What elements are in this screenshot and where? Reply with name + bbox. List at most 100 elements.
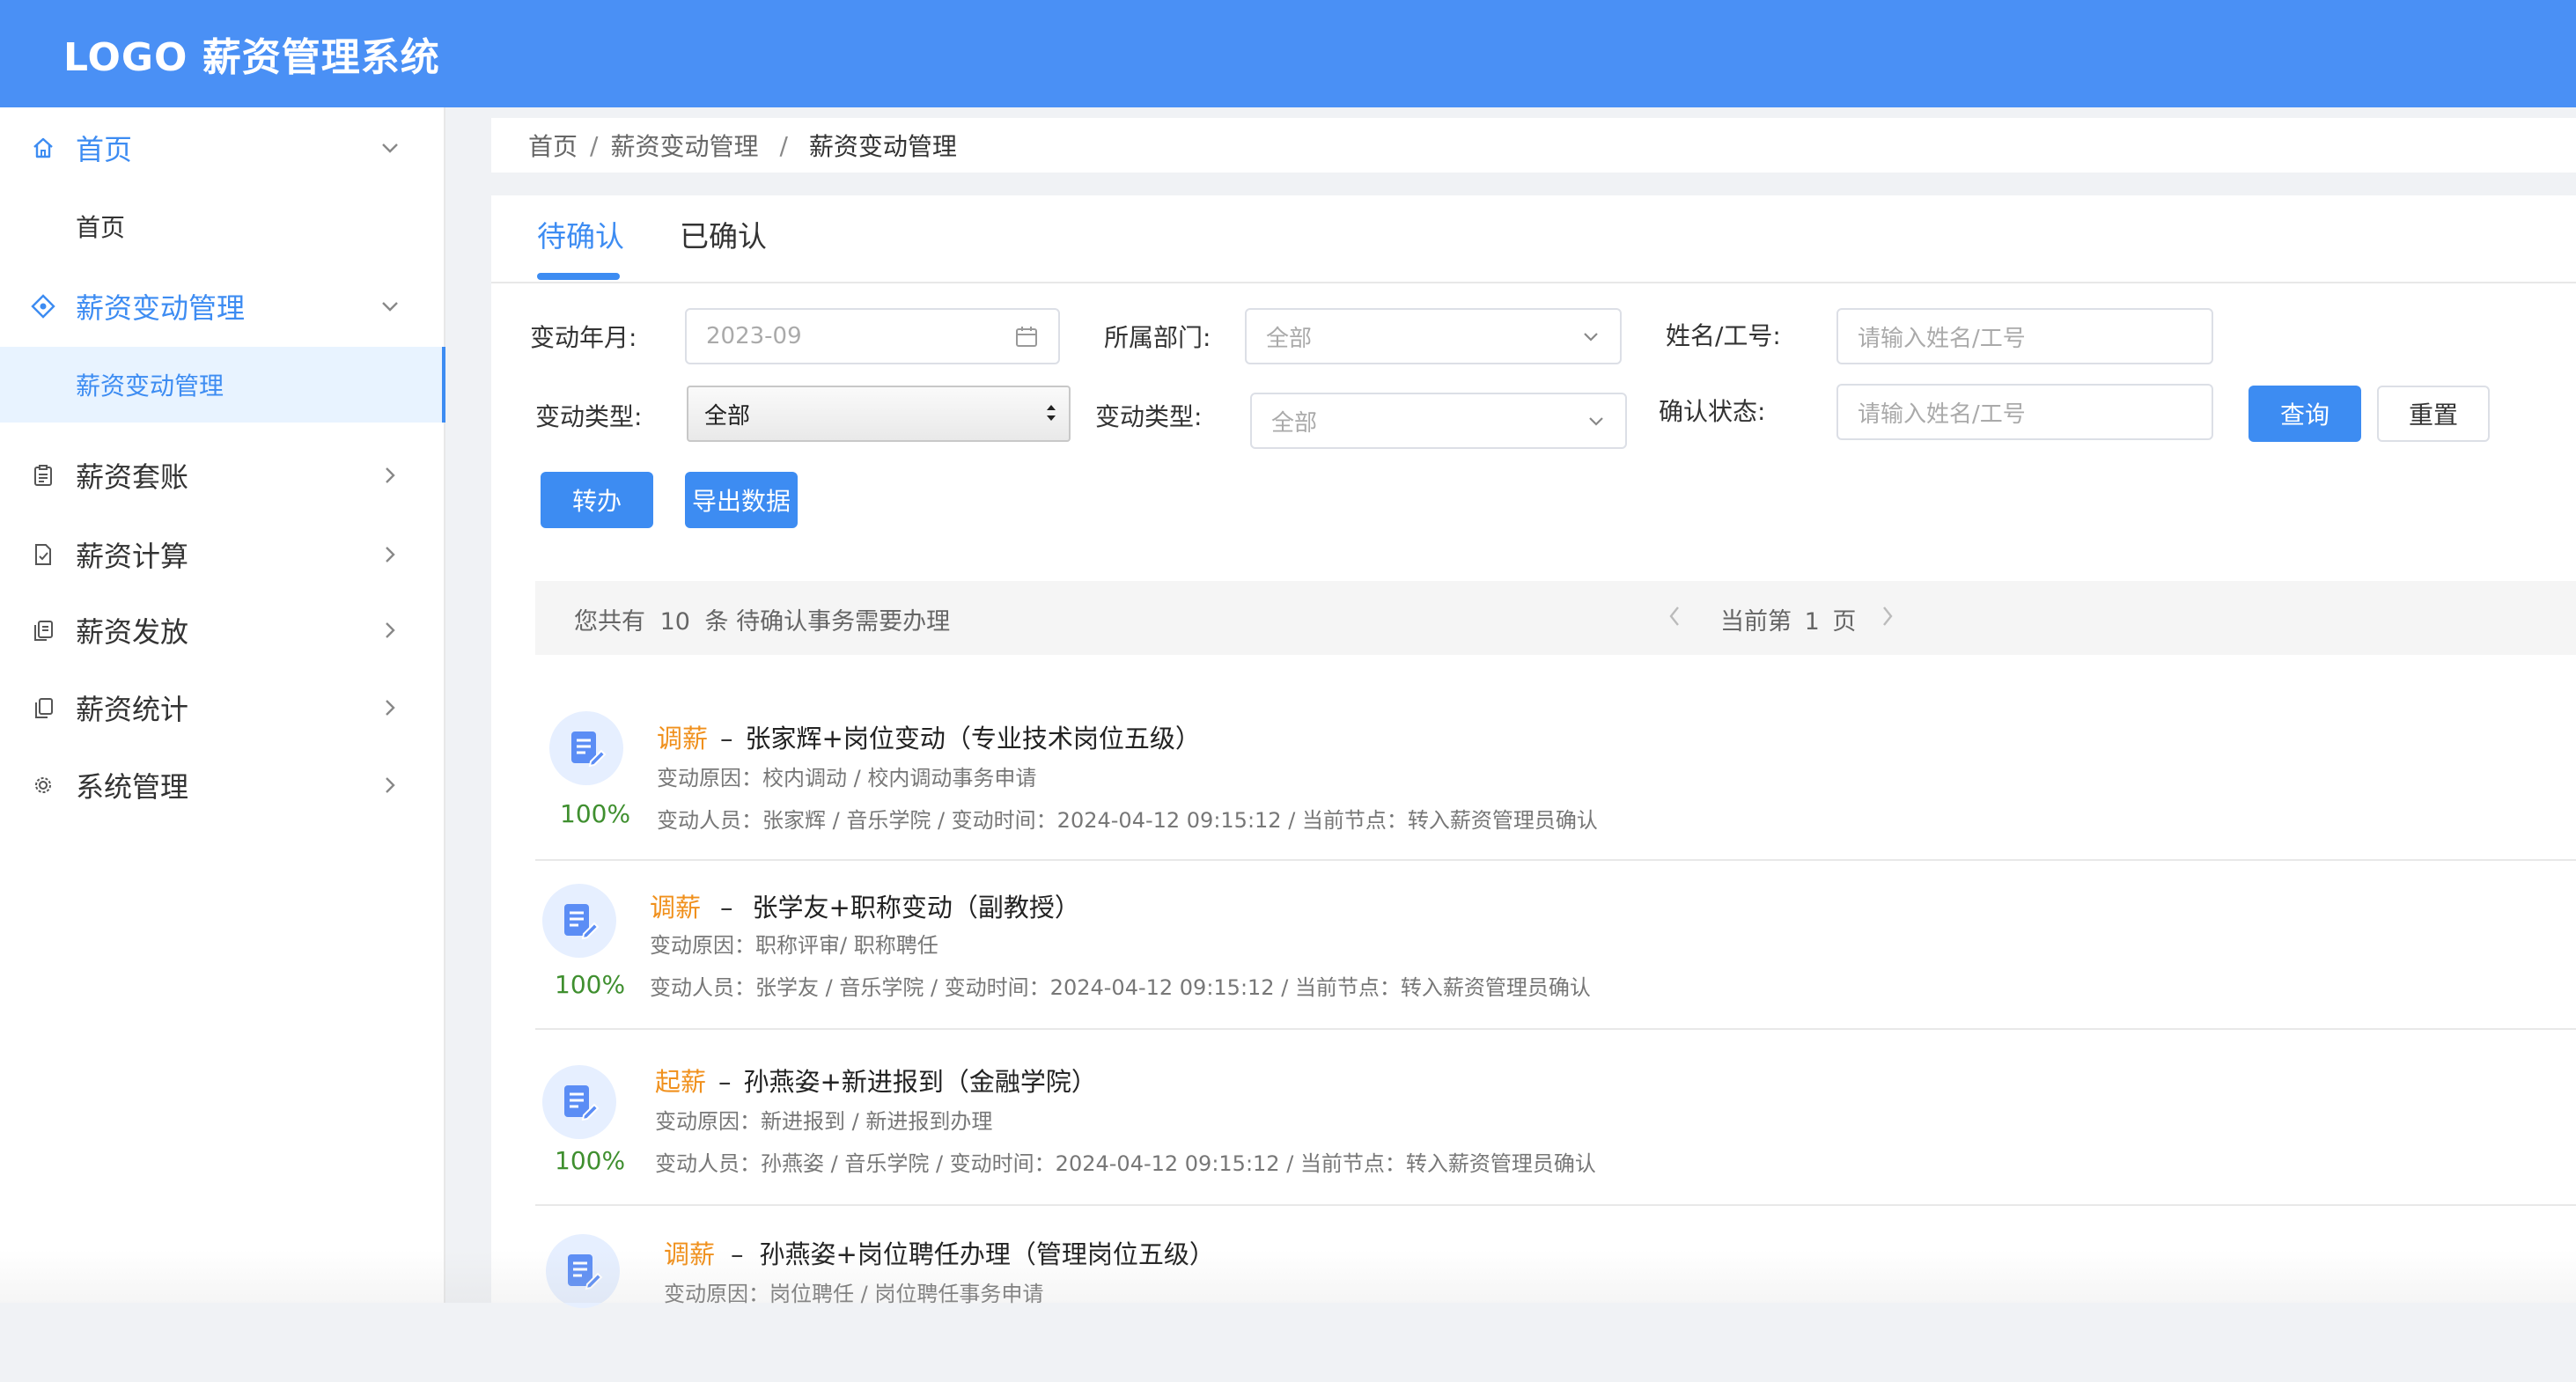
progress-value: 100%	[555, 970, 626, 999]
month-picker[interactable]: 2023-09	[685, 308, 1060, 364]
files-icon	[30, 695, 56, 721]
breadcrumb-parent[interactable]: 薪资变动管理	[610, 128, 758, 163]
select-updown-icon	[1044, 400, 1058, 432]
sidebar-item-salary-change-label: 薪资变动管理	[76, 291, 246, 325]
sidebar-item-home[interactable]: 首页	[0, 113, 445, 183]
chevron-down-icon[interactable]	[377, 293, 403, 320]
record-title-text: 张家辉+岗位变动（专业技术岗位五级）	[745, 724, 1201, 753]
change-type-select[interactable]: 全部	[687, 386, 1071, 442]
record-reason: 变动原因：职称评审/ 职称聘任	[650, 933, 938, 958]
record-title[interactable]: 调薪 – 孙燕姿+岗位聘任办理（管理岗位五级）	[664, 1234, 1215, 1271]
app-header: LOGO 薪资管理系统	[0, 0, 2576, 107]
dept-select[interactable]: 全部	[1245, 308, 1622, 364]
page-suffix: 页	[1832, 608, 1857, 636]
record-title[interactable]: 调薪 – 张学友+职称变动（副教授）	[650, 887, 1080, 924]
change-type2-select-value: 全部	[1271, 409, 1318, 437]
summary-prefix: 您共有	[574, 608, 645, 636]
chevron-down-icon[interactable]	[377, 135, 403, 161]
record-title[interactable]: 调薪 – 张家辉+岗位变动（专业技术岗位五级）	[657, 718, 1201, 755]
tab-pending[interactable]: 待确认	[537, 213, 624, 255]
query-button[interactable]: 查询	[2248, 386, 2361, 442]
page-indicator: 当前第 1 页	[1720, 602, 1856, 636]
list-item[interactable]: 100% 起薪 – 孙燕姿+新进报到（金融学院） 变动原因：新进报到 / 新进报到办…	[535, 1039, 2576, 1206]
sidebar-item-system-label: 系统管理	[76, 770, 189, 804]
record-info: 变动人员：孙燕姿 / 音乐学院 / 变动时间：2024-04-12 09:15:…	[655, 1151, 1596, 1176]
breadcrumb: 首页 / 薪资变动管理 / 薪资变动管理	[491, 118, 2576, 173]
edit-document-icon	[549, 711, 623, 785]
record-info: 变动人员：张家辉 / 音乐学院 / 变动时间：2024-04-12 09:15:…	[657, 808, 1598, 833]
clipboard-icon	[30, 462, 56, 489]
month-picker-value: 2023-09	[706, 323, 802, 349]
export-button[interactable]: 导出数据	[685, 472, 798, 528]
document-check-icon	[30, 541, 56, 568]
copy-icon	[30, 617, 56, 643]
change-type-select-value: 全部	[704, 402, 751, 430]
edit-document-icon	[546, 1234, 620, 1308]
change-type2-select[interactable]: 全部	[1250, 393, 1627, 449]
month-label: 变动年月:	[530, 323, 637, 352]
tab-bar: 待确认 已确认	[491, 195, 2576, 283]
record-title-dash: –	[718, 1067, 732, 1097]
sidebar: 首页 首页 薪资变动管理 薪资变动管理 薪资套账 薪资计算 薪资发放 薪资统计 …	[0, 107, 445, 1303]
progress-value: 100%	[555, 1146, 626, 1175]
current-page: 1	[1804, 608, 1820, 636]
dept-label: 所属部门:	[1104, 323, 1211, 352]
sidebar-subitem-salary-change[interactable]: 薪资变动管理	[0, 347, 445, 423]
chevron-right-icon[interactable]	[1877, 604, 1898, 635]
sidebar-item-salary-calc-label: 薪资计算	[76, 540, 189, 573]
list-item[interactable]: 调薪 – 孙燕姿+岗位聘任办理（管理岗位五级） 变动原因：岗位聘任 / 岗位聘任事务…	[535, 1215, 2576, 1382]
sidebar-item-salary-payout[interactable]: 薪资发放	[0, 595, 445, 665]
progress-value: 100%	[560, 799, 631, 828]
sidebar-item-salary-payout-label: 薪资发放	[76, 615, 189, 649]
tab-active-indicator	[537, 273, 620, 280]
breadcrumb-separator: /	[590, 130, 599, 160]
confirm-status-placeholder: 请输入姓名/工号	[1858, 401, 2026, 428]
breadcrumb-current: 薪资变动管理	[808, 132, 957, 161]
sidebar-item-salary-change[interactable]: 薪资变动管理	[0, 271, 445, 342]
name-input[interactable]: 请输入姓名/工号	[1836, 308, 2213, 364]
record-type-tag: 调薪	[650, 893, 702, 923]
pending-count: 10	[659, 608, 690, 636]
breadcrumb-home[interactable]: 首页	[528, 128, 578, 163]
sidebar-item-system[interactable]: 系统管理	[0, 750, 445, 820]
record-title-text: 孙燕姿+新进报到（金融学院）	[743, 1067, 1097, 1097]
diamond-target-icon	[30, 293, 56, 320]
record-title-text: 张学友+职称变动（副教授）	[752, 893, 1080, 923]
pending-summary: 您共有 10 条 待确认事务需要办理	[574, 602, 950, 636]
chevron-right-icon	[377, 617, 403, 643]
sidebar-item-salary-stats-label: 薪资统计	[76, 693, 189, 726]
sidebar-subitem-salary-change-label: 薪资变动管理	[76, 371, 224, 401]
sidebar-subitem-home[interactable]: 首页	[0, 188, 445, 264]
chevron-down-icon	[1586, 411, 1606, 430]
chevron-right-icon	[377, 541, 403, 568]
sidebar-item-salary-stats[interactable]: 薪资统计	[0, 673, 445, 743]
record-info: 变动人员：张学友 / 音乐学院 / 变动时间：2024-04-12 09:15:…	[650, 975, 1591, 1000]
change-type-label: 变动类型:	[535, 402, 643, 431]
record-type-tag: 调薪	[664, 1239, 716, 1269]
sidebar-subitem-home-label: 首页	[76, 213, 126, 242]
list-item[interactable]: 100% 调薪 – 张学友+职称变动（副教授） 变动原因：职称评审/ 职称聘任 变动…	[535, 863, 2576, 1030]
sidebar-item-home-label: 首页	[76, 133, 133, 166]
confirm-status-label: 确认状态:	[1659, 397, 1766, 426]
summary-suffix: 条 待确认事务需要办理	[704, 608, 951, 636]
name-input-placeholder: 请输入姓名/工号	[1858, 325, 2026, 352]
record-title[interactable]: 起薪 – 孙燕姿+新进报到（金融学院）	[655, 1062, 1097, 1099]
record-reason: 变动原因：新进报到 / 新进报到办理	[655, 1109, 993, 1134]
query-button-label: 查询	[2279, 401, 2329, 430]
transfer-button-label: 转办	[571, 487, 622, 516]
name-label: 姓名/工号:	[1666, 321, 1781, 350]
confirm-status-input[interactable]: 请输入姓名/工号	[1836, 384, 2213, 440]
chevron-left-icon[interactable]	[1664, 604, 1685, 635]
dept-select-value: 全部	[1266, 325, 1313, 352]
change-type2-label: 变动类型:	[1095, 402, 1203, 431]
tab-confirmed[interactable]: 已确认	[680, 213, 767, 255]
sidebar-item-salary-ledger[interactable]: 薪资套账	[0, 440, 445, 511]
sidebar-item-salary-ledger-label: 薪资套账	[76, 460, 189, 494]
calendar-icon	[1014, 324, 1039, 349]
list-item[interactable]: 100% 调薪 – 张家辉+岗位变动（专业技术岗位五级） 变动原因：校内调动 / 校…	[535, 694, 2576, 861]
transfer-button[interactable]: 转办	[541, 472, 653, 528]
sidebar-item-salary-calc[interactable]: 薪资计算	[0, 519, 445, 590]
record-title-dash: –	[720, 724, 733, 753]
record-title-text: 孙燕姿+岗位聘任办理（管理岗位五级）	[759, 1239, 1215, 1269]
reset-button[interactable]: 重置	[2377, 386, 2490, 442]
